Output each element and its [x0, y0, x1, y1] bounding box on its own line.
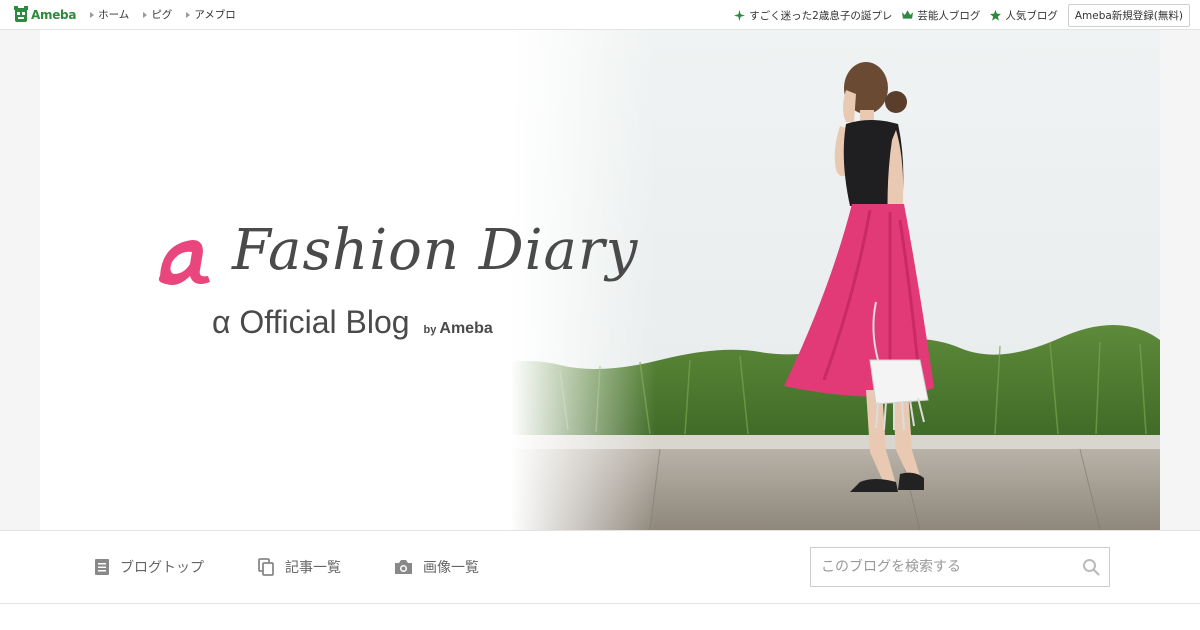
triangle-right-icon	[186, 11, 191, 18]
title-initial-logo	[158, 240, 210, 285]
image-list-link[interactable]: 画像一覧	[394, 557, 479, 577]
signup-button[interactable]: Ameba新規登録(無料)	[1067, 3, 1190, 27]
camera-icon	[395, 560, 412, 574]
blog-subtitle: α Official Blog by Ameba	[212, 304, 493, 341]
triangle-right-icon	[90, 11, 95, 18]
sparkle-icon	[734, 9, 746, 21]
ameba-logo[interactable]: Ameba	[13, 5, 77, 24]
ameba-brand-label: Ameba	[439, 320, 493, 337]
top-right-links: すごく迷った2歳息子の誕プレ 芸能人ブログ 人気ブログ Ameba新規登録(無料…	[734, 0, 1190, 30]
nav-ameblo-link[interactable]: アメブロ	[186, 7, 236, 22]
top-nav: ホーム ピグ アメブロ	[90, 7, 250, 22]
search-icon	[1083, 559, 1100, 576]
document-icon	[95, 559, 109, 575]
hero-banner-area: Fashion Diary α Official Blog by Ameba	[0, 30, 1200, 530]
blog-search-input[interactable]	[811, 548, 1073, 586]
blog-subnav: ブログトップ 記事一覧 画像一覧	[0, 530, 1200, 604]
blog-top-link[interactable]: ブログトップ	[94, 557, 204, 577]
copy-icon	[258, 558, 274, 576]
featured-topic-link[interactable]: すごく迷った2歳息子の誕プレ	[734, 8, 892, 23]
by-label: by	[423, 324, 437, 336]
star-icon	[990, 9, 1002, 21]
blog-title: Fashion Diary	[232, 218, 639, 283]
top-bar: Ameba ホーム ピグ アメブロ すごく迷った2歳息子の誕プレ 芸能人ブログ …	[0, 0, 1200, 30]
article-list-link[interactable]: 記事一覧	[258, 557, 341, 577]
celebrity-blog-link[interactable]: 芸能人ブログ	[902, 8, 980, 23]
nav-pigg-link[interactable]: ピグ	[143, 7, 172, 22]
official-blog-label: α Official Blog	[212, 304, 410, 340]
ameba-mascot-icon	[14, 5, 28, 22]
triangle-right-icon	[143, 11, 148, 18]
nav-home-link[interactable]: ホーム	[90, 7, 129, 22]
popular-blog-link[interactable]: 人気ブログ	[990, 8, 1058, 23]
hero-banner: Fashion Diary α Official Blog by Ameba	[40, 30, 1160, 530]
logo-text: Ameba	[31, 7, 77, 22]
crown-icon	[902, 10, 914, 19]
blog-search-box	[810, 547, 1110, 587]
search-button[interactable]	[1073, 548, 1109, 586]
